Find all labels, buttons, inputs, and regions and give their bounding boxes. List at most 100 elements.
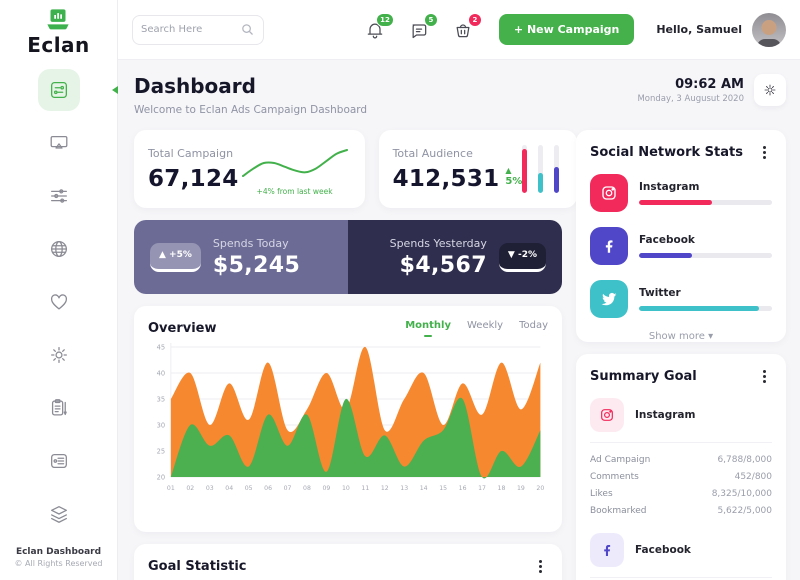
social-row-instagram: Instagram — [590, 174, 772, 212]
svg-text:08: 08 — [303, 485, 311, 492]
tab-weekly[interactable]: Weekly — [467, 320, 503, 337]
total-campaign-label: Total Campaign — [148, 147, 239, 160]
svg-text:07: 07 — [284, 485, 292, 492]
up-triangle-icon: ▲ — [505, 166, 511, 175]
new-campaign-button[interactable]: + New Campaign — [499, 14, 634, 45]
overview-area-chart: 2025303540450102030405060708091011121314… — [148, 337, 548, 505]
sidebar-item-reports[interactable] — [38, 387, 80, 429]
summary-goal-menu-button[interactable] — [756, 368, 772, 384]
sidebar-item-sliders[interactable] — [38, 175, 80, 217]
goal-statistic-title: Goal Statistic — [148, 559, 247, 574]
sidebar-item-dashboard[interactable] — [38, 69, 80, 111]
audience-mini-bars-chart — [522, 145, 559, 193]
summary-network-name: Instagram — [635, 409, 695, 421]
topbar-icons: 12 5 2 — [363, 18, 475, 42]
svg-text:03: 03 — [206, 485, 214, 492]
greeting-text: Hello, Samuel — [656, 23, 742, 36]
presentation-icon — [48, 132, 70, 154]
svg-text:05: 05 — [245, 485, 253, 492]
overview-title: Overview — [148, 321, 217, 336]
svg-text:13: 13 — [400, 485, 408, 492]
goal-statistic-card: Goal Statistic — [134, 544, 562, 580]
svg-text:40: 40 — [157, 369, 165, 377]
clock-date: Monday, 3 Augusut 2020 — [637, 94, 744, 104]
logo-text: Eclan — [27, 33, 90, 57]
sidebar-item-presentation[interactable] — [38, 122, 80, 164]
total-campaign-card: Total Campaign 67,124 +4% from last week — [134, 130, 365, 208]
svg-text:19: 19 — [517, 485, 525, 492]
spends-today-label: Spends Today — [213, 237, 300, 250]
content-area: Dashboard Welcome to Eclan Ads Campaign … — [118, 60, 800, 580]
tab-monthly[interactable]: Monthly — [405, 320, 451, 337]
user-avatar[interactable] — [752, 13, 786, 47]
app-window: Eclan — [0, 0, 800, 580]
stat-cards-row: Total Campaign 67,124 +4% from last week… — [134, 130, 562, 208]
svg-text:14: 14 — [420, 485, 428, 492]
social-network-stats-card: Social Network Stats Instagram — [576, 130, 786, 342]
facebook-icon[interactable] — [590, 227, 628, 265]
spends-today-panel: ▲ +5% Spends Today $5,245 — [134, 220, 348, 294]
sidebar-item-panels[interactable] — [38, 440, 80, 482]
social-row-twitter: Twitter — [590, 280, 772, 318]
search-icon — [240, 22, 255, 37]
cart-button[interactable]: 2 — [451, 18, 475, 42]
instagram-icon[interactable] — [590, 174, 628, 212]
summary-row: Bookmarked5,622/5,000 — [590, 502, 772, 519]
laptop-logo-icon — [43, 8, 73, 32]
network-name: Instagram — [639, 181, 772, 193]
messages-button[interactable]: 5 — [407, 18, 431, 42]
twitter-progress — [639, 306, 772, 311]
clock-time: 09:62 AM — [637, 77, 744, 92]
show-more-button[interactable]: Show more ▾ — [590, 331, 772, 342]
panel-icon — [48, 450, 70, 472]
settings-button[interactable] — [754, 74, 786, 106]
globe-icon — [48, 238, 70, 260]
heart-icon — [48, 291, 70, 313]
campaign-sparkline-chart — [239, 142, 351, 182]
kebab-icon — [539, 565, 542, 568]
svg-text:20: 20 — [536, 485, 544, 492]
spends-yesterday-value: $4,567 — [390, 253, 487, 278]
summary-row: Ad Campaign6,788/8,000 — [590, 451, 772, 468]
svg-text:15: 15 — [439, 485, 447, 492]
summary-goal-title: Summary Goal — [590, 369, 697, 384]
spends-today-badge: ▲ +5% — [150, 243, 201, 272]
sidebar-item-settings[interactable] — [38, 334, 80, 376]
social-stats-menu-button[interactable] — [756, 144, 772, 160]
network-name: Twitter — [639, 287, 772, 299]
social-stats-title: Social Network Stats — [590, 145, 743, 160]
total-audience-label: Total Audience — [393, 147, 523, 160]
network-name: Facebook — [639, 234, 772, 246]
notifications-button[interactable]: 12 — [363, 18, 387, 42]
total-campaign-value: 67,124 — [148, 166, 239, 192]
tab-today[interactable]: Today — [519, 320, 548, 337]
svg-text:02: 02 — [186, 485, 194, 492]
kebab-icon — [763, 151, 766, 154]
search-box[interactable] — [132, 15, 264, 45]
mini-bar — [522, 145, 527, 193]
audience-delta-value: 5% — [505, 176, 522, 187]
facebook-icon — [590, 533, 624, 567]
notifications-badge: 12 — [376, 13, 394, 27]
footer-title: Eclan Dashboard — [14, 547, 102, 557]
facebook-progress — [639, 253, 772, 258]
svg-text:18: 18 — [498, 485, 506, 492]
dashboard-icon — [48, 79, 70, 101]
summary-row: Likes8,325/10,000 — [590, 485, 772, 502]
spends-yesterday-panel: Spends Yesterday $4,567 ▼ -2% — [348, 220, 562, 294]
svg-text:06: 06 — [264, 485, 272, 492]
instagram-icon — [590, 398, 624, 432]
layers-icon — [48, 503, 70, 525]
sidebar-item-favorites[interactable] — [38, 281, 80, 323]
summary-section-facebook: Facebook Ad Campaign6,788/8,000 Comments… — [590, 531, 772, 580]
summary-goal-card: Summary Goal Instagram Ad Ca — [576, 354, 786, 580]
twitter-icon[interactable] — [590, 280, 628, 318]
caret-down-icon: ▾ — [708, 331, 713, 342]
sidebar-item-globe[interactable] — [38, 228, 80, 270]
sidebar-item-layers[interactable] — [38, 493, 80, 535]
audience-delta: ▲ 5% — [505, 165, 522, 187]
clock-block: 09:62 AM Monday, 3 Augusut 2020 — [637, 77, 744, 104]
svg-text:04: 04 — [225, 485, 233, 492]
search-input[interactable] — [141, 24, 240, 35]
goal-statistic-menu-button[interactable] — [532, 558, 548, 574]
